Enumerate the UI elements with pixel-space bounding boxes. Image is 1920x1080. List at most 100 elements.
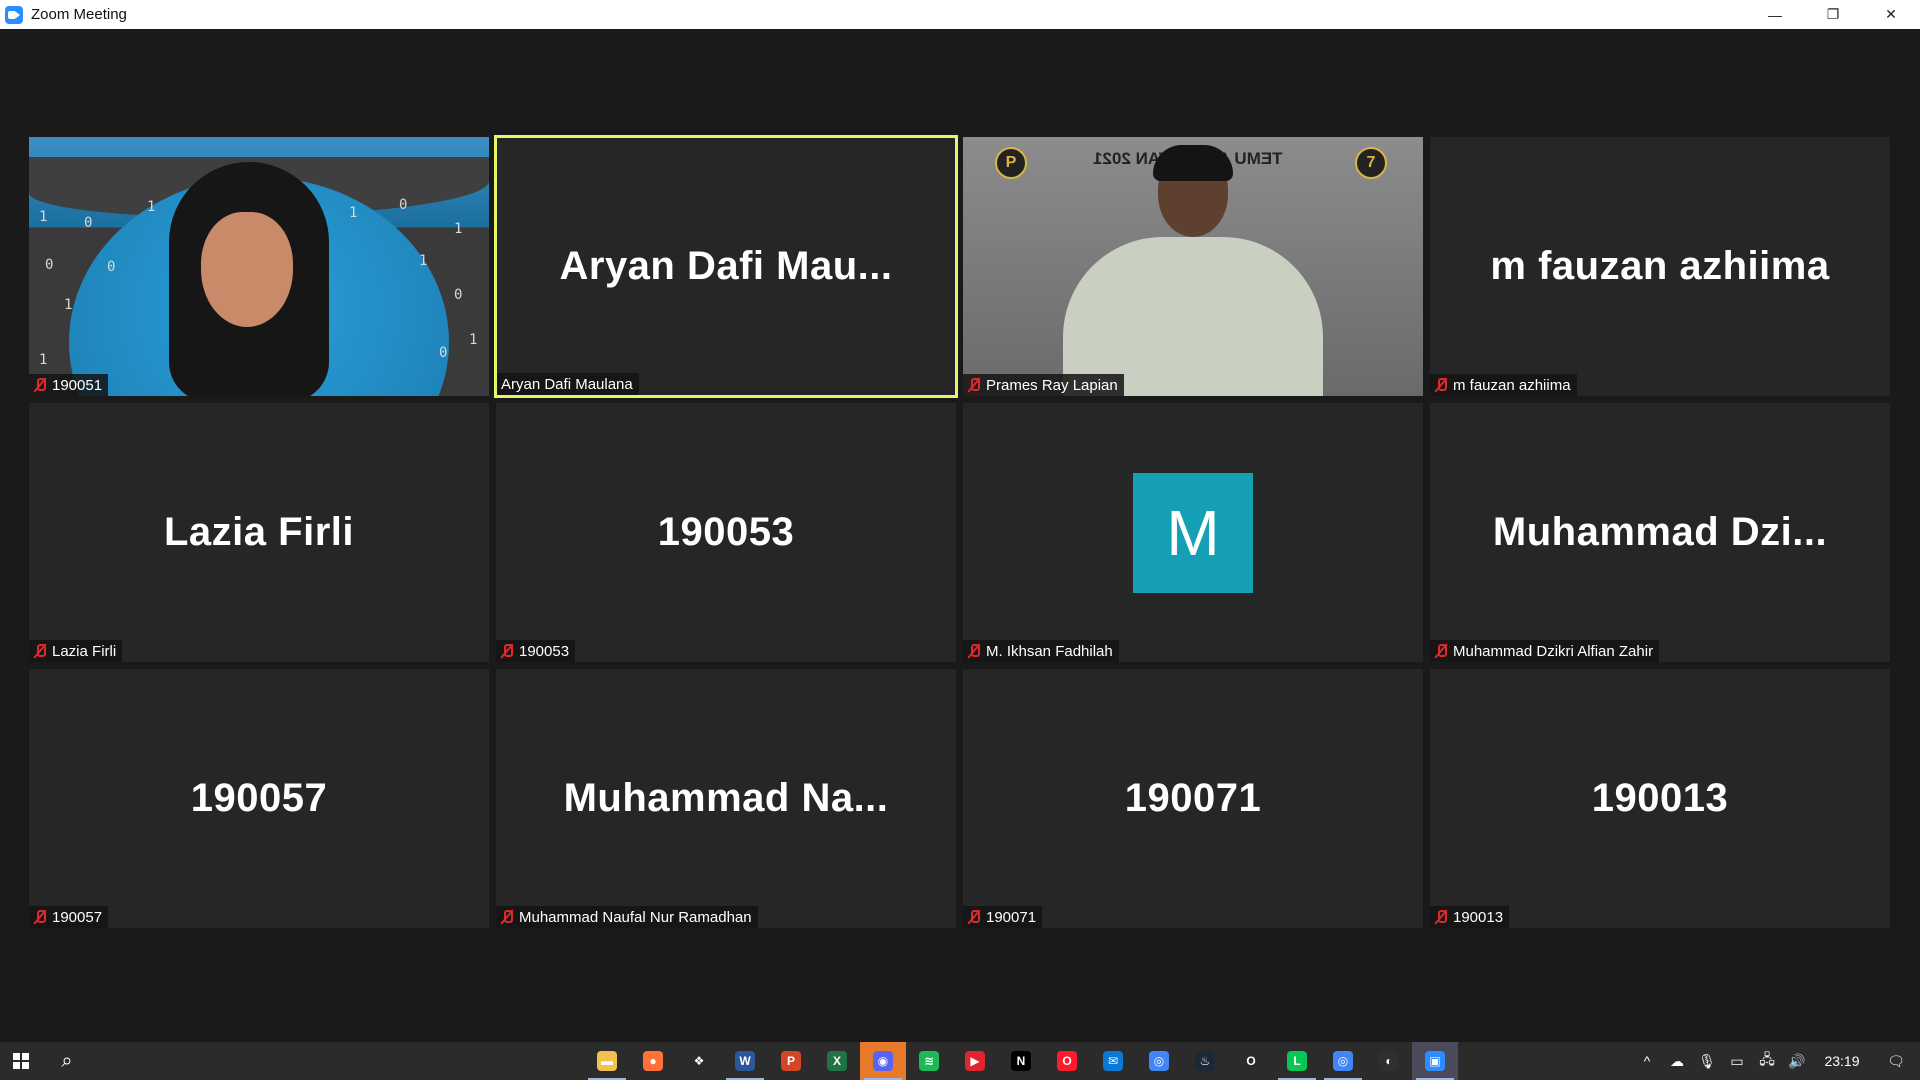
participant-tile-190053[interactable]: 190053 190053 — [496, 403, 956, 662]
participant-tile-190051[interactable]: 1 0 1 1 0 1 0 0 1 1 0 1 1 0 190051 — [29, 137, 489, 396]
participant-name: M. Ikhsan Fadhilah — [986, 642, 1113, 660]
taskbar-app-button[interactable]: P — [768, 1042, 814, 1080]
dropbox-icon: ❖ — [689, 1051, 709, 1071]
background-digit: 0 — [454, 287, 463, 303]
taskbar-app-button[interactable]: ❖ — [676, 1042, 722, 1080]
participant-face — [201, 212, 293, 327]
zoom-app-icon — [5, 5, 23, 24]
taskbar-apps: ▬ ● ❖ W P X ◉ ≋ ▶ N O ✉ ◎ ♨ O L ◎ ◐ ▣ — [584, 1042, 1458, 1080]
system-tray: ^ ☁ 🎙 ▭ 🖧 🔊 23:19 🗨 — [1632, 1042, 1920, 1080]
participant-name: m fauzan azhiima — [1453, 376, 1571, 394]
background-digit: 1 — [349, 205, 358, 221]
discord-icon: ◉ — [873, 1051, 893, 1071]
participant-name: Aryan Dafi Maulana — [501, 375, 633, 393]
taskbar-app-button[interactable]: ● — [630, 1042, 676, 1080]
participant-tile-190057[interactable]: 190057 190057 — [29, 669, 489, 928]
background-digit: 1 — [469, 332, 478, 348]
participant-tile-fauzan[interactable]: m fauzan azhiima m fauzan azhiima — [1430, 137, 1890, 396]
participant-name: Lazia Firli — [52, 642, 117, 660]
taskbar-app-button[interactable]: ◐ — [1366, 1042, 1412, 1080]
battery-icon[interactable]: ▭ — [1722, 1042, 1752, 1080]
taskbar-app-button[interactable]: L — [1274, 1042, 1320, 1080]
participant-tile-190071[interactable]: 190071 190071 — [963, 669, 1423, 928]
taskbar-app-button[interactable]: ♨ — [1182, 1042, 1228, 1080]
participant-tile-naufal[interactable]: Muhammad Na... Muhammad Naufal Nur Ramad… — [496, 669, 956, 928]
participant-display-name: m fauzan azhiima — [1490, 244, 1830, 288]
restore-button[interactable]: ❐ — [1804, 0, 1862, 29]
background-digit: 1 — [39, 352, 48, 368]
meeting-stage: 1 0 1 1 0 1 0 0 1 1 0 1 1 0 190051 Aryan… — [0, 29, 1920, 1042]
participant-display-name: 190053 — [657, 510, 795, 554]
file-explorer-icon: ▬ — [597, 1051, 617, 1071]
line-icon: L — [1287, 1051, 1307, 1071]
participant-nametag: 190051 — [29, 374, 109, 396]
microphone-icon[interactable]: 🎙 — [1692, 1042, 1722, 1080]
taskbar-app-button[interactable]: N — [998, 1042, 1044, 1080]
participant-nametag: 190013 — [1430, 906, 1510, 928]
minimize-button[interactable]: — — [1746, 0, 1804, 29]
taskbar-app-button[interactable]: ≋ — [906, 1042, 952, 1080]
logo-badge-left: P — [995, 147, 1027, 179]
taskbar-app-button[interactable]: O — [1228, 1042, 1274, 1080]
muted-mic-icon — [500, 643, 514, 659]
participant-nametag: 190071 — [963, 906, 1043, 928]
taskbar-app-button[interactable]: W — [722, 1042, 768, 1080]
taskbar-app-button[interactable]: ◎ — [1320, 1042, 1366, 1080]
participant-name: Muhammad Dzikri Alfian Zahir — [1453, 642, 1654, 660]
participant-tile-aryan[interactable]: Aryan Dafi Mau... Aryan Dafi Maulana — [494, 135, 958, 398]
muted-mic-icon — [33, 377, 47, 393]
show-hidden-icons-chevron-icon[interactable]: ^ — [1632, 1042, 1662, 1080]
steam-icon: ♨ — [1195, 1051, 1215, 1071]
participant-body — [1063, 237, 1323, 396]
participant-name: Muhammad Naufal Nur Ramadhan — [519, 908, 752, 926]
opera-icon: O — [1057, 1051, 1077, 1071]
participant-nametag: M. Ikhsan Fadhilah — [963, 640, 1119, 662]
clock[interactable]: 23:19 — [1812, 1053, 1872, 1069]
participant-name: 190051 — [52, 376, 103, 394]
taskbar-app-button[interactable]: O — [1044, 1042, 1090, 1080]
powerpoint-icon: P — [781, 1051, 801, 1071]
taskbar-app-button[interactable]: ◎ — [1136, 1042, 1182, 1080]
spotify-icon: ≋ — [919, 1051, 939, 1071]
participant-nametag: 190053 — [496, 640, 576, 662]
participant-tile-lazia[interactable]: Lazia Firli Lazia Firli — [29, 403, 489, 662]
close-button[interactable]: ✕ — [1862, 0, 1920, 29]
zoom-icon: ▣ — [1425, 1051, 1445, 1071]
taskbar-app-button[interactable]: ◉ — [860, 1042, 906, 1080]
network-icon[interactable]: 🖧 — [1752, 1042, 1782, 1080]
muted-mic-icon — [967, 643, 981, 659]
chrome-alt-icon: ◎ — [1333, 1051, 1353, 1071]
background-digit: 1 — [39, 209, 48, 225]
background-digit: 0 — [84, 215, 93, 231]
logo-badge-right: 7 — [1355, 147, 1387, 179]
notifications-icon[interactable]: 🗨 — [1872, 1042, 1920, 1080]
search-icon[interactable]: ⌕ — [42, 1042, 92, 1080]
windows-logo-icon — [13, 1053, 29, 1069]
participant-nametag: Aryan Dafi Maulana — [497, 373, 639, 395]
taskbar-app-button[interactable]: ▬ — [584, 1042, 630, 1080]
media-player-icon: ▶ — [965, 1051, 985, 1071]
muted-mic-icon — [33, 643, 47, 659]
taskbar-app-button[interactable]: ✉ — [1090, 1042, 1136, 1080]
window-controls: — ❐ ✕ — [1746, 0, 1920, 29]
background-digit: 0 — [439, 345, 448, 361]
taskbar-app-button[interactable]: ▣ — [1412, 1042, 1458, 1080]
participant-nametag: Muhammad Naufal Nur Ramadhan — [496, 906, 758, 928]
participant-nametag: Lazia Firli — [29, 640, 123, 662]
muted-mic-icon — [967, 909, 981, 925]
taskbar-app-button[interactable]: ▶ — [952, 1042, 998, 1080]
participant-tile-prames[interactable]: TEMU ANGKATAN 2021 P 7 Prames Ray Lapian — [963, 137, 1423, 396]
participant-name: 190071 — [986, 908, 1037, 926]
start-button[interactable] — [0, 1042, 42, 1080]
taskbar-app-button[interactable]: X — [814, 1042, 860, 1080]
participant-display-name: 190071 — [1124, 776, 1262, 820]
participant-tile-ikhsan[interactable]: M M. Ikhsan Fadhilah — [963, 403, 1423, 662]
cloud-icon[interactable]: ☁ — [1662, 1042, 1692, 1080]
participant-nametag: Muhammad Dzikri Alfian Zahir — [1430, 640, 1660, 662]
participant-name: 190053 — [519, 642, 570, 660]
participant-tile-dzikri[interactable]: Muhammad Dzi... Muhammad Dzikri Alfian Z… — [1430, 403, 1890, 662]
volume-icon[interactable]: 🔊 — [1782, 1042, 1812, 1080]
muted-mic-icon — [1434, 643, 1448, 659]
obs-icon: ◐ — [1379, 1051, 1399, 1071]
participant-tile-190013[interactable]: 190013 190013 — [1430, 669, 1890, 928]
